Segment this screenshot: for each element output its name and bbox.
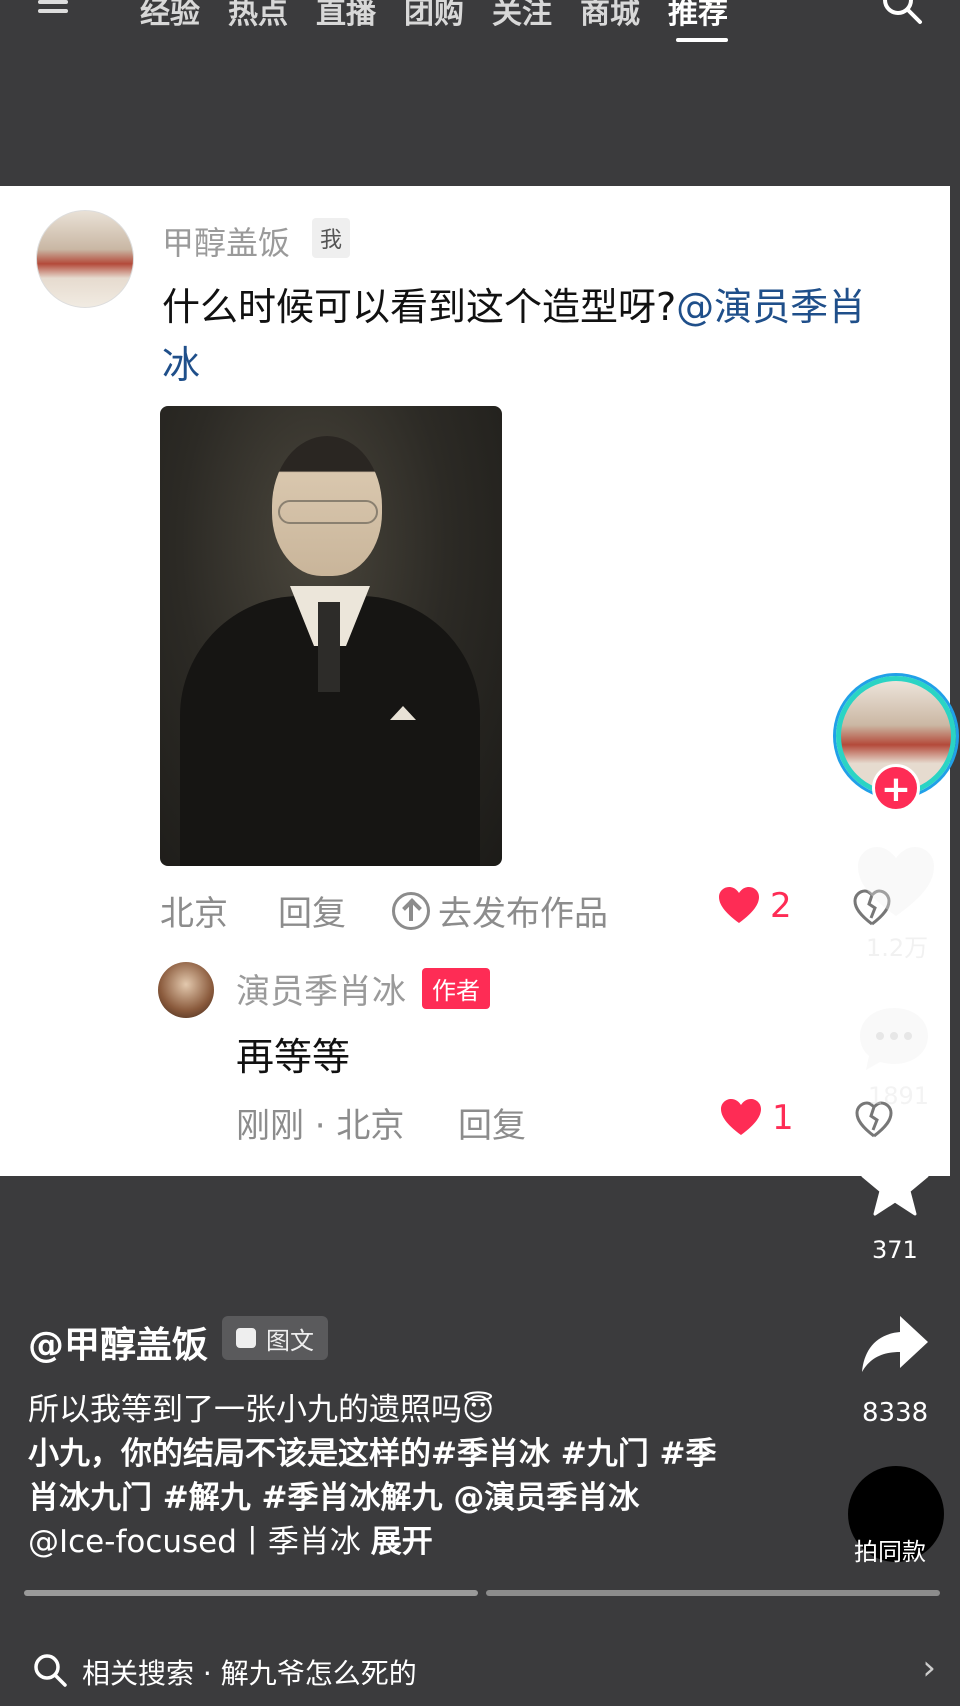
progress-segment: [486, 1590, 940, 1596]
gallery-icon: [236, 1328, 256, 1348]
comment-count: 1891: [868, 1082, 930, 1110]
comment-photo[interactable]: [160, 406, 502, 866]
reply-like-count: 1: [772, 1098, 794, 1138]
image-progress: [24, 1590, 940, 1596]
tab-recommend[interactable]: 推荐: [668, 0, 728, 42]
reply-username[interactable]: 演员季肖冰: [236, 964, 406, 1013]
follow-plus-icon[interactable]: +: [872, 764, 920, 812]
tab-groupbuy[interactable]: 团购: [404, 0, 464, 32]
share-count: 8338: [862, 1398, 929, 1428]
comment-body: 什么时候可以看到这个造型呀?: [162, 285, 677, 329]
publish-work-button[interactable]: 去发布作品: [392, 886, 608, 935]
progress-segment: [24, 1590, 478, 1596]
reply-button[interactable]: 回复: [278, 886, 346, 935]
search-icon[interactable]: [880, 0, 924, 26]
related-search-bar[interactable]: 相关搜索 · 解九爷怎么死的 ›: [0, 1634, 960, 1706]
avatar[interactable]: [36, 210, 134, 308]
favorite-star-icon[interactable]: [860, 1150, 930, 1220]
related-search-text: 相关搜索 · 解九爷怎么死的: [82, 1657, 417, 1690]
desc-line-3[interactable]: 肖冰九门 #解九 #季肖冰解九 @演员季肖冰: [28, 1476, 768, 1520]
desc-line-2[interactable]: 小九，你的结局不该是这样的#季肖冰 #九门 #季: [28, 1432, 768, 1476]
tab-hot[interactable]: 热点: [228, 0, 288, 32]
same-style-label[interactable]: 拍同款: [854, 1532, 926, 1567]
post-author[interactable]: @甲醇盖饭: [28, 1316, 208, 1368]
comment-text: 什么时候可以看到这个造型呀?@演员季肖冰: [162, 278, 902, 394]
desc-line-1: 所以我等到了一张小九的遗照吗😇: [28, 1392, 495, 1428]
like-icon[interactable]: [856, 846, 936, 918]
publish-label: 去发布作品: [438, 894, 608, 934]
search-icon: [34, 1654, 67, 1687]
tab-live[interactable]: 直播: [316, 0, 376, 32]
comment-username[interactable]: 甲醇盖饭: [162, 218, 290, 264]
post-type-label: 图文: [266, 1326, 314, 1355]
comment-like-button[interactable]: 2: [718, 886, 792, 926]
heart-icon: [721, 1099, 761, 1135]
post-description: 所以我等到了一张小九的遗照吗😇 小九，你的结局不该是这样的#季肖冰 #九门 #季…: [28, 1388, 768, 1564]
reply-text: 再等等: [236, 1035, 351, 1079]
menu-icon[interactable]: [38, 0, 68, 14]
comment-card: 甲醇盖饭 我 什么时候可以看到这个造型呀?@演员季肖冰 北京 回复 去发布作品 …: [0, 186, 950, 1176]
comment-actions: 北京 回复 去发布作品 2: [160, 886, 940, 936]
post-type-badge: 图文: [222, 1316, 328, 1360]
tab-experience[interactable]: 经验: [140, 0, 200, 32]
desc-line-4[interactable]: @Ice-focused丨季肖冰: [28, 1524, 361, 1560]
like-count: 1.2万: [866, 934, 929, 962]
expand-button[interactable]: 展开: [371, 1524, 433, 1560]
me-badge: 我: [312, 218, 351, 258]
favorite-count: 371: [872, 1236, 918, 1264]
comment-location: 北京: [160, 894, 228, 934]
share-arrow-icon[interactable]: [860, 1314, 930, 1376]
reply-like-button[interactable]: 1: [720, 1098, 794, 1138]
upload-icon: [392, 891, 430, 930]
reply-time-location: 刚刚 · 北京: [236, 1106, 405, 1146]
top-nav: 经验 热点 直播 团购 关注 商城 推荐: [0, 0, 960, 60]
comment-icon[interactable]: [856, 1004, 932, 1074]
tab-following[interactable]: 关注: [492, 0, 552, 32]
reply-reply-button[interactable]: 回复: [458, 1098, 526, 1147]
tab-mall[interactable]: 商城: [580, 0, 640, 32]
author-badge: 作者: [422, 968, 490, 1009]
chevron-right-icon: ›: [922, 1648, 936, 1688]
heart-icon: [719, 887, 759, 923]
tab-bar: 经验 热点 直播 团购 关注 商城 推荐: [140, 0, 728, 42]
reply-actions: 刚刚 · 北京 回复 1: [236, 1098, 936, 1148]
comment-like-count: 2: [770, 886, 792, 926]
reply-avatar[interactable]: [158, 962, 214, 1018]
